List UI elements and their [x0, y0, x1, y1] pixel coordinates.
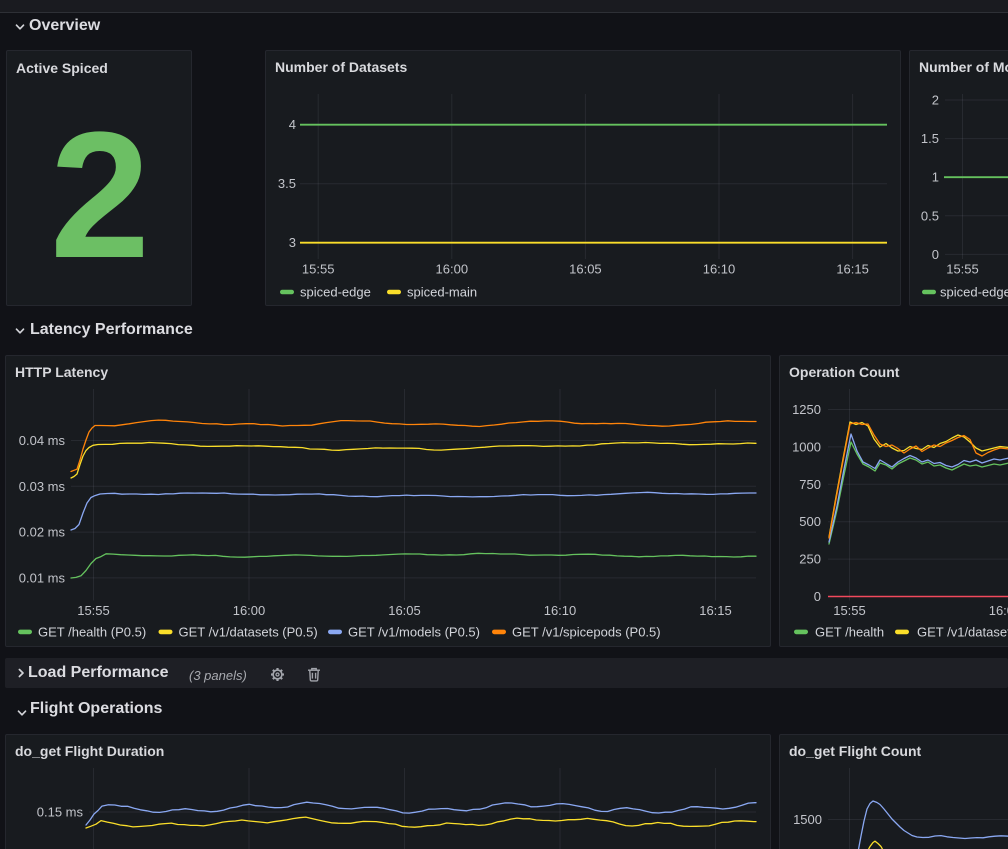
svg-text:15:55: 15:55	[833, 603, 866, 618]
svg-text:0: 0	[932, 247, 939, 262]
svg-text:GET /v1/datasets: GET /v1/datasets	[917, 625, 1008, 640]
svg-text:GET /v1/spicepods (P0.5): GET /v1/spicepods (P0.5)	[512, 625, 661, 640]
svg-text:16:15: 16:15	[836, 262, 869, 277]
svg-text:GET /v1/models (P0.5): GET /v1/models (P0.5)	[348, 625, 480, 640]
svg-text:1000: 1000	[792, 439, 821, 454]
svg-text:0.02 ms: 0.02 ms	[19, 525, 66, 540]
svg-text:500: 500	[799, 514, 821, 529]
svg-text:0.01 ms: 0.01 ms	[19, 570, 66, 585]
svg-text:16:00: 16:00	[233, 603, 266, 618]
svg-text:Number of Datasets: Number of Datasets	[275, 59, 407, 75]
svg-text:1250: 1250	[792, 402, 821, 417]
svg-text:16:05: 16:05	[388, 603, 421, 618]
svg-text:16:00: 16:00	[989, 603, 1008, 618]
svg-text:0.5: 0.5	[921, 208, 939, 223]
svg-text:spiced-edge: spiced-edge	[940, 285, 1008, 300]
svg-text:do_get Flight Duration: do_get Flight Duration	[15, 743, 164, 759]
svg-text:spiced-main: spiced-main	[407, 285, 477, 300]
svg-text:250: 250	[799, 552, 821, 567]
svg-text:3.5: 3.5	[278, 176, 296, 191]
svg-text:1: 1	[932, 170, 939, 185]
svg-text:0.04 ms: 0.04 ms	[19, 433, 66, 448]
svg-text:do_get Flight Count: do_get Flight Count	[789, 743, 922, 759]
svg-text:0.03 ms: 0.03 ms	[19, 479, 66, 494]
svg-text:Number of Models: Number of Models	[919, 59, 1008, 75]
svg-text:GET /health: GET /health	[815, 625, 884, 640]
svg-text:15:55: 15:55	[946, 262, 979, 277]
svg-text:16:15: 16:15	[699, 603, 732, 618]
svg-text:Operation Count: Operation Count	[789, 364, 900, 380]
svg-text:spiced-edge: spiced-edge	[300, 285, 371, 300]
svg-text:1500: 1500	[793, 812, 822, 827]
svg-text:15:55: 15:55	[302, 262, 335, 277]
svg-text:16:00: 16:00	[436, 262, 469, 277]
svg-text:3: 3	[289, 235, 296, 250]
svg-text:HTTP Latency: HTTP Latency	[15, 364, 108, 380]
svg-text:GET /v1/datasets (P0.5): GET /v1/datasets (P0.5)	[179, 625, 318, 640]
svg-text:4: 4	[289, 117, 296, 132]
svg-text:750: 750	[799, 477, 821, 492]
svg-text:16:10: 16:10	[703, 262, 736, 277]
svg-text:1.5: 1.5	[921, 131, 939, 146]
svg-text:16:10: 16:10	[544, 603, 577, 618]
svg-text:15:55: 15:55	[77, 603, 110, 618]
svg-text:2: 2	[932, 93, 939, 108]
svg-text:GET /health (P0.5): GET /health (P0.5)	[38, 625, 146, 640]
svg-text:16:05: 16:05	[569, 262, 602, 277]
svg-text:0.15 ms: 0.15 ms	[37, 805, 84, 820]
svg-text:0: 0	[814, 589, 821, 604]
